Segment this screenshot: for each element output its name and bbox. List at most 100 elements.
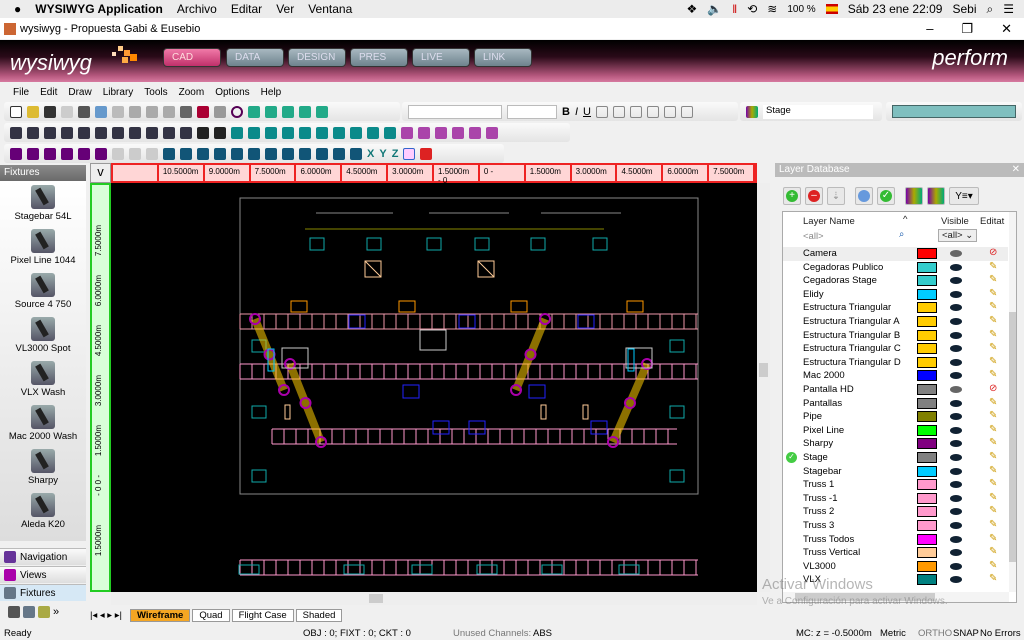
select-lo-icon[interactable]: [316, 105, 328, 118]
eye-icon[interactable]: [950, 562, 962, 570]
layer-color-swatch[interactable]: [917, 452, 937, 463]
new-file-icon[interactable]: [10, 105, 22, 118]
status-snap[interactable]: SNAP: [953, 628, 979, 639]
patch-icon[interactable]: [420, 147, 433, 160]
layer-color-swatch[interactable]: [917, 384, 937, 395]
label-tool-icon[interactable]: [486, 126, 498, 139]
valign-top-icon[interactable]: [646, 105, 659, 118]
layer-row[interactable]: Estructura Triangular C ✎: [783, 342, 1008, 356]
mac-menu-ver[interactable]: Ver: [276, 2, 294, 16]
pause-icon[interactable]: ‖: [732, 2, 737, 16]
refresh-icon[interactable]: [231, 105, 243, 118]
apple-icon[interactable]: ●: [14, 2, 21, 16]
app-name[interactable]: WYSIWYG Application: [35, 2, 163, 16]
layer-color-swatch[interactable]: [917, 316, 937, 327]
more-chevron-icon[interactable]: »: [53, 606, 59, 620]
layer-select[interactable]: Stage: [763, 104, 873, 119]
eye-icon[interactable]: [950, 440, 962, 448]
layer-color-swatch[interactable]: [917, 302, 937, 314]
layer-color-swatch[interactable]: [917, 492, 937, 504]
name-filter-input[interactable]: <all>: [803, 231, 824, 242]
layer-row[interactable]: ✓ Stage ✎: [783, 451, 1008, 465]
layer-color-swatch[interactable]: [917, 397, 937, 409]
line-icon[interactable]: [27, 126, 39, 139]
merge-layer-button[interactable]: ⇣: [827, 187, 845, 205]
select-pr-icon[interactable]: [299, 105, 311, 118]
menu-options[interactable]: Options: [215, 87, 249, 98]
tab-link[interactable]: LINK: [474, 48, 532, 67]
plane-icon[interactable]: [231, 126, 243, 139]
truss-icon[interactable]: [384, 126, 396, 139]
layer-color-swatch[interactable]: [917, 261, 937, 273]
tab-cad[interactable]: CAD: [163, 48, 221, 67]
tab-wireframe[interactable]: Wireframe: [129, 608, 191, 622]
undo-icon[interactable]: [197, 105, 209, 118]
menu-file[interactable]: File: [13, 87, 29, 98]
view-side-icon[interactable]: [44, 147, 56, 160]
pencil-icon[interactable]: ✎: [989, 356, 997, 367]
col-visible[interactable]: Visible: [941, 216, 969, 227]
close-button[interactable]: ✕: [1001, 21, 1012, 37]
minimize-button[interactable]: –: [926, 21, 933, 37]
eye-icon[interactable]: [950, 358, 962, 366]
eye-icon[interactable]: [950, 426, 962, 434]
cad-canvas[interactable]: [111, 183, 757, 592]
select-tool-icon[interactable]: [403, 147, 416, 160]
cable-icon[interactable]: [367, 126, 379, 139]
copy-icon[interactable]: [146, 105, 158, 118]
status-abs[interactable]: ABS: [533, 628, 552, 639]
pencil-icon[interactable]: ✎: [989, 465, 997, 476]
layer-color-swatch[interactable]: [917, 465, 937, 477]
layers-icon[interactable]: [746, 105, 758, 118]
italic-button[interactable]: I: [575, 106, 578, 118]
pencil-icon[interactable]: ✎: [989, 533, 997, 544]
redo-icon[interactable]: [214, 105, 226, 118]
pencil-icon[interactable]: ✎: [989, 369, 997, 380]
layer-row[interactable]: Pixel Line ✎: [783, 424, 1008, 438]
eye-icon[interactable]: [950, 494, 962, 502]
apply-button[interactable]: ✓: [877, 187, 895, 205]
wifi-icon[interactable]: ≋: [767, 2, 777, 16]
align-left-icon[interactable]: [595, 105, 608, 118]
axis-y-button[interactable]: Y: [379, 148, 386, 160]
eye-icon[interactable]: [950, 549, 962, 557]
nav-fixtures[interactable]: Fixtures: [0, 584, 86, 601]
locked-icon[interactable]: ⊘: [989, 383, 997, 394]
view-back-icon[interactable]: [78, 147, 90, 160]
layer-color-swatch[interactable]: [917, 424, 937, 436]
vertical-scrollbar[interactable]: [757, 183, 770, 592]
menu-edit[interactable]: Edit: [40, 87, 57, 98]
menu-list-icon[interactable]: ☰: [1003, 2, 1014, 16]
status-units[interactable]: Metric: [880, 628, 906, 639]
snap-grid2-icon[interactable]: [214, 147, 226, 160]
eye-icon[interactable]: [950, 263, 962, 271]
eye-icon[interactable]: [950, 304, 962, 312]
pencil-icon[interactable]: ✎: [989, 288, 997, 299]
menu-draw[interactable]: Draw: [68, 87, 91, 98]
light-icon[interactable]: [38, 606, 50, 618]
layer-row[interactable]: Stagebar ✎: [783, 465, 1008, 479]
pencil-icon[interactable]: ✎: [989, 437, 997, 448]
fixture-item[interactable]: Sharpy: [0, 445, 86, 489]
pencil-icon[interactable]: ✎: [989, 546, 997, 557]
tab-flight-case[interactable]: Flight Case: [231, 608, 294, 622]
pencil-icon[interactable]: ✎: [989, 410, 997, 421]
eye-icon[interactable]: [950, 508, 962, 516]
polygon-icon[interactable]: [180, 126, 192, 139]
eye-icon[interactable]: [950, 576, 962, 584]
layer-color-swatch[interactable]: [917, 520, 937, 531]
group-icon[interactable]: [401, 126, 413, 139]
tab-data[interactable]: DATA: [226, 48, 284, 67]
pencil-icon[interactable]: ✎: [989, 492, 997, 503]
layer-row[interactable]: Pantalla HD ⊘: [783, 383, 1008, 397]
snap-end-icon[interactable]: [248, 147, 260, 160]
axis-z-button[interactable]: Z: [392, 148, 399, 160]
time-machine-icon[interactable]: ⟲: [747, 2, 757, 16]
cylinder-icon[interactable]: [265, 126, 277, 139]
pencil-icon[interactable]: ✎: [989, 451, 997, 462]
open-icon[interactable]: [27, 105, 39, 118]
layer-color-swatch[interactable]: [917, 533, 937, 545]
pencil-icon[interactable]: ✎: [989, 397, 997, 408]
eye-icon[interactable]: [950, 413, 962, 421]
layer-row[interactable]: Estructura Triangular A ✎: [783, 315, 1008, 329]
